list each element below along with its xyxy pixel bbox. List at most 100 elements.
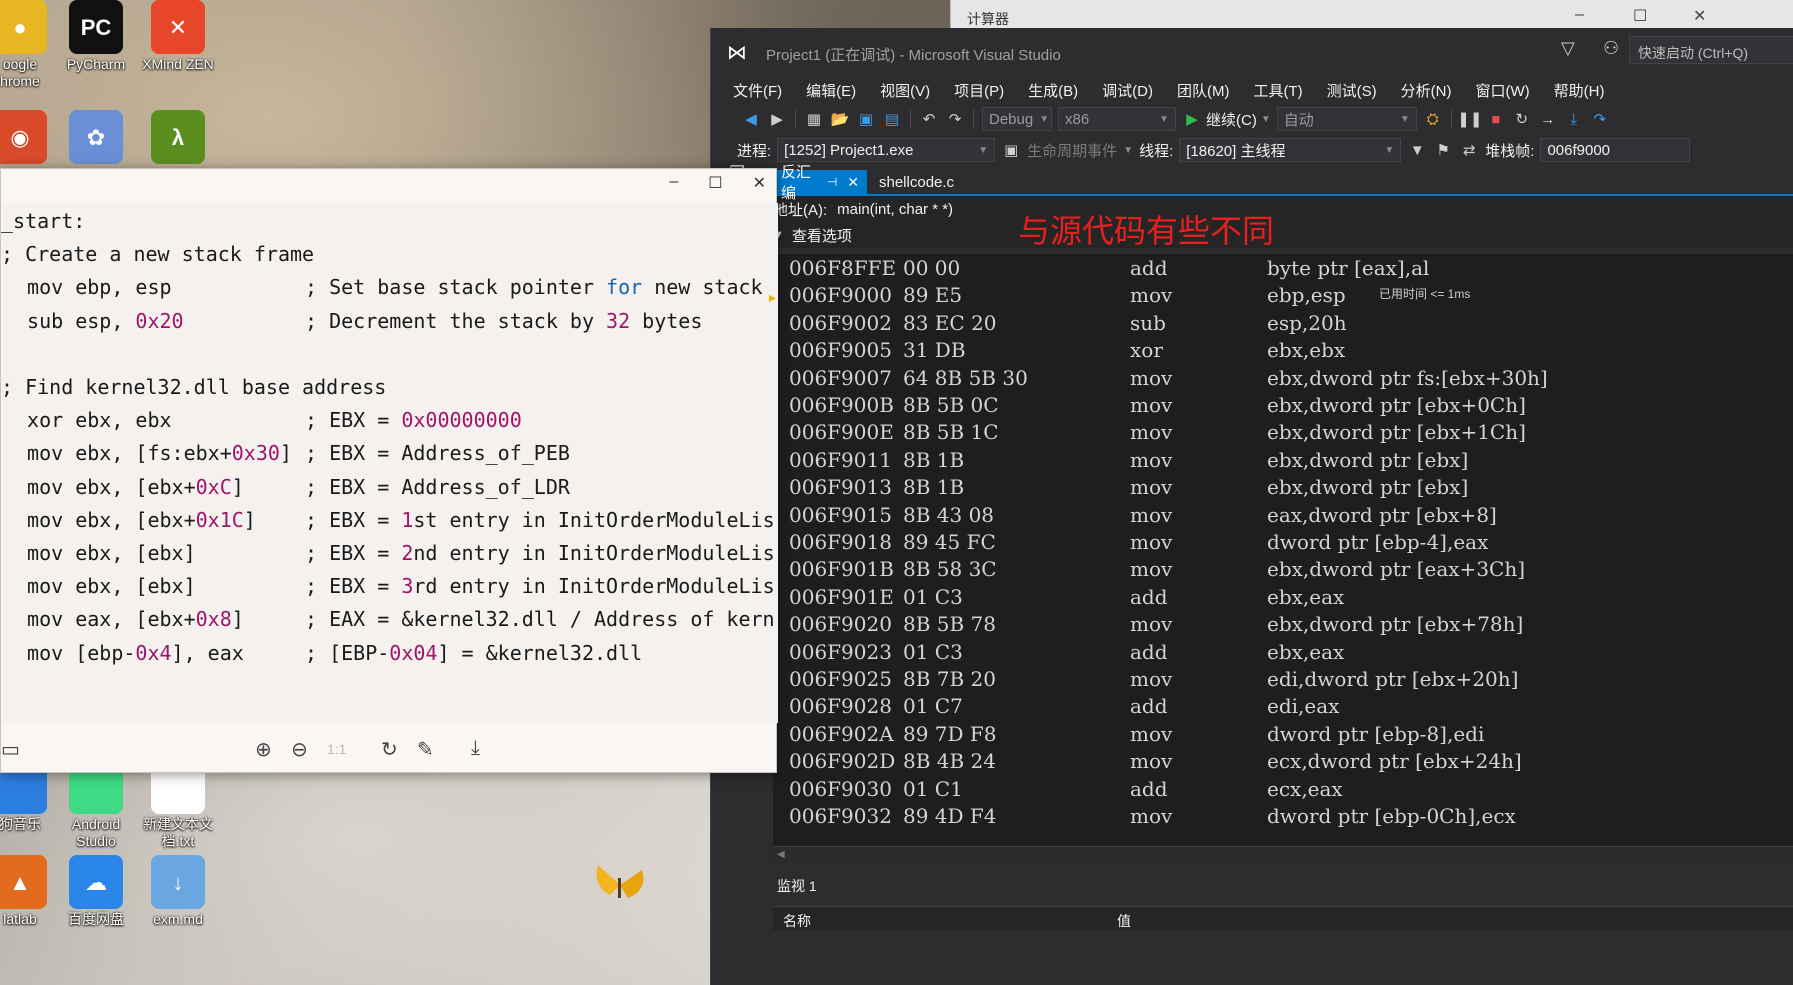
tab-disassembly[interactable]: 反汇编 ⊣ ✕ — [773, 164, 867, 202]
menu-item[interactable]: 生成(B) — [1016, 76, 1090, 104]
continue-button[interactable]: ▶ 继续(C) ▼ — [1182, 109, 1271, 130]
menu-item[interactable]: 视图(V) — [868, 76, 942, 104]
save-icon[interactable]: ▣ — [856, 109, 876, 129]
pause-icon[interactable]: ❚❚ — [1457, 109, 1482, 129]
disassembly-row[interactable]: 006F9025 8B 7B 20 mov edi,dword ptr [ebx+20… — [773, 667, 1793, 694]
back-icon[interactable]: ◀ — [741, 109, 761, 129]
lifecycle-events-button[interactable]: 生命周期事件 — [1027, 140, 1117, 161]
desktop-shortcut[interactable]: ☁ 百度网盘 — [56, 855, 136, 928]
menu-item[interactable]: 分析(N) — [1389, 76, 1464, 104]
open-file-icon[interactable]: 📂 — [830, 109, 850, 129]
download-icon[interactable]: ⤓ — [471, 737, 480, 760]
desktop-shortcut[interactable]: 新建文本文 档.txt — [138, 760, 218, 850]
desktop-shortcut[interactable]: PC PyCharm — [56, 0, 136, 73]
show-next-statement-icon[interactable]: → — [1538, 109, 1558, 129]
disassembly-row[interactable]: 006F9005 31 DB xor ebx,ebx — [773, 338, 1793, 365]
menu-item[interactable]: 团队(M) — [1165, 76, 1242, 104]
disassembly-row[interactable]: 006F902A 89 7D F8 mov dword ptr [ebp-8],edi — [773, 722, 1793, 749]
stop-icon[interactable]: ■ — [1486, 109, 1506, 129]
disassembly-row[interactable]: 006F9032 89 4D F4 mov dword ptr [ebp-0Ch],e… — [773, 804, 1793, 831]
flag-thread-icon[interactable]: ⚑ — [1433, 140, 1453, 160]
calculator-close-button[interactable]: ✕ — [1693, 6, 1706, 26]
actual-size-icon[interactable]: 1:1 — [327, 741, 346, 757]
watch-col-name[interactable]: 名称 — [783, 911, 811, 931]
pin-icon[interactable]: ⊣ — [827, 175, 837, 189]
disassembly-row[interactable]: 006F8FFE 00 00 add byte ptr [eax],al — [773, 256, 1793, 283]
desktop-shortcut[interactable]: Android Studio — [56, 760, 136, 850]
disassembly-addr: 006F9025 — [789, 667, 892, 691]
save-all-icon[interactable]: ▤ — [882, 109, 902, 129]
scroll-left-icon[interactable]: ◀ — [777, 849, 785, 860]
filter-icon[interactable]: ▽ — [1561, 38, 1575, 59]
toggle-thread-icon[interactable]: ⇄ — [1459, 140, 1479, 160]
quick-launch-input[interactable]: 快速启动 (Ctrl+Q) — [1629, 36, 1793, 64]
menu-item[interactable]: 调试(D) — [1090, 76, 1165, 104]
menu-item[interactable]: 项目(P) — [942, 76, 1016, 104]
platform-select[interactable]: x86 ▼ — [1058, 107, 1176, 131]
thumbnail-icon[interactable]: ▭ — [1, 737, 20, 762]
desktop-shortcut[interactable]: ↓ exm.md — [138, 855, 218, 928]
new-project-icon[interactable]: ▦ — [804, 109, 824, 129]
minimize-button[interactable]: – — [669, 173, 678, 193]
browse-icon[interactable]: ⛭ — [1423, 109, 1443, 129]
forward-icon[interactable]: ▶ — [767, 109, 787, 129]
undo-icon[interactable]: ↶ — [919, 109, 939, 129]
stackframe-select[interactable]: 006f9000 — [1540, 138, 1691, 162]
process-select[interactable]: [1252] Project1.exe ▼ — [777, 138, 996, 162]
disassembly-row[interactable]: 006F902D 8B 4B 24 mov ecx,dword ptr [ebx+24… — [773, 749, 1793, 776]
close-icon[interactable]: ✕ — [847, 174, 859, 191]
disassembly-row[interactable]: 006F9002 83 EC 20 sub esp,20h — [773, 311, 1793, 338]
desktop-shortcut[interactable]: ▲ latlab — [0, 855, 60, 928]
zoom-out-icon[interactable]: ⊖ — [291, 737, 308, 762]
disassembly-row[interactable]: 006F9030 01 C1 add ecx,eax — [773, 777, 1793, 804]
menu-item[interactable]: 窗口(W) — [1463, 76, 1541, 104]
restart-icon[interactable]: ↻ — [1512, 109, 1532, 129]
desktop-shortcut[interactable]: ✕ XMind ZEN — [138, 0, 218, 73]
disassembly-row[interactable]: 006F9023 01 C3 add ebx,eax — [773, 640, 1793, 667]
disassembly-row[interactable]: 006F9015 8B 43 08 mov eax,dword ptr [ebx+8] — [773, 503, 1793, 530]
disassembly-row[interactable]: 006F9000 89 E5 mov ebp,esp — [773, 283, 1793, 310]
disassembly-row[interactable]: 006F9013 8B 1B mov ebx,dword ptr [ebx] — [773, 475, 1793, 502]
disassembly-row[interactable]: 006F900E 8B 5B 1C mov ebx,dword ptr [ebx+1C… — [773, 420, 1793, 447]
zoom-in-icon[interactable]: ⊕ — [255, 737, 272, 762]
watch-panel-title[interactable]: 监视 1 — [777, 876, 817, 896]
calculator-maximize-button[interactable]: ☐ — [1633, 6, 1647, 26]
menu-item[interactable]: 帮助(H) — [1542, 76, 1617, 104]
desktop-shortcut[interactable]: ✿ — [56, 110, 136, 166]
redo-icon[interactable]: ↷ — [945, 109, 965, 129]
watch-col-value[interactable]: 值 — [1117, 911, 1131, 931]
horizontal-scrollbar[interactable]: ◀ — [773, 846, 1793, 864]
close-button[interactable]: ✕ — [753, 173, 766, 193]
rotate-icon[interactable]: ↻ — [381, 737, 398, 762]
menu-item[interactable]: 编辑(E) — [794, 76, 868, 104]
auto-select[interactable]: 自动 ▼ — [1276, 107, 1417, 131]
step-over-icon[interactable]: ↷ — [1590, 109, 1610, 129]
tab-shellcode[interactable]: shellcode.c — [871, 170, 962, 194]
disassembly-row[interactable]: 006F9011 8B 1B mov ebx,dword ptr [ebx] — [773, 448, 1793, 475]
code-line: ; Find kernel32.dll base address — [1, 375, 778, 408]
disassembly-row[interactable]: 006F901B 8B 58 3C mov ebx,dword ptr [eax+3C… — [773, 557, 1793, 584]
desktop-shortcut[interactable]: ◉ — [0, 110, 60, 166]
address-input[interactable]: main(int, char * *) — [833, 198, 958, 220]
disassembly-row[interactable]: 006F9007 64 8B 5B 30 mov ebx,dword ptr fs:[… — [773, 366, 1793, 393]
step-into-icon[interactable]: ⤓ — [1564, 109, 1584, 129]
disassembly-row[interactable]: 006F9028 01 C7 add edi,eax — [773, 694, 1793, 721]
disassembly-view[interactable]: 已用时间 <= 1ms 006F8FFE 00 00 add byte ptr [ea… — [773, 254, 1793, 846]
disassembly-row[interactable]: 006F901E 01 C3 add ebx,eax — [773, 585, 1793, 612]
disassembly-row[interactable]: 006F900B 8B 5B 0C mov ebx,dword ptr [ebx+0C… — [773, 393, 1793, 420]
disassembly-row[interactable]: 006F9020 8B 5B 78 mov ebx,dword ptr [ebx+78… — [773, 612, 1793, 639]
configuration-select[interactable]: Debug ▼ — [982, 107, 1052, 131]
desktop-shortcut[interactable]: ● oogle hrome — [0, 0, 60, 90]
menu-item[interactable]: 测试(S) — [1315, 76, 1389, 104]
disassembly-row[interactable]: 006F9018 89 45 FC mov dword ptr [ebp-4],eax — [773, 530, 1793, 557]
account-icon[interactable]: ⚇ — [1603, 38, 1619, 59]
calculator-minimize-button[interactable]: – — [1575, 6, 1584, 24]
desktop-shortcut[interactable]: λ — [138, 110, 218, 166]
maximize-button[interactable]: ☐ — [708, 173, 722, 193]
edit-icon[interactable]: ✎ — [417, 737, 434, 762]
menu-item[interactable]: 工具(T) — [1241, 76, 1314, 104]
menu-item[interactable]: 文件(F) — [721, 76, 794, 104]
thread-select[interactable]: [18620] 主线程 ▼ — [1179, 138, 1402, 162]
disassembly-op: edi,eax — [1267, 694, 1340, 719]
filter-threads-icon[interactable]: ▼ — [1407, 140, 1427, 160]
